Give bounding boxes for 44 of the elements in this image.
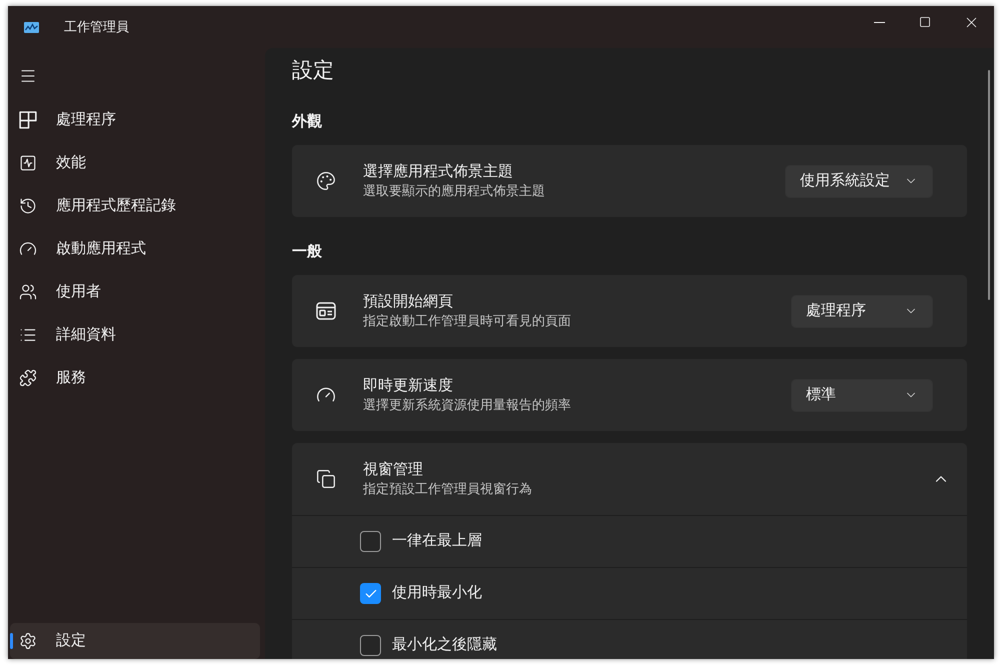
- pulse-icon: [19, 154, 37, 172]
- nav-item[interactable]: 啟動應用程式: [10, 231, 260, 267]
- checkbox[interactable]: [360, 531, 381, 552]
- nav-item[interactable]: 詳細資料: [10, 317, 260, 353]
- checkbox[interactable]: [360, 583, 381, 604]
- checkbox-label: 使用時最小化: [392, 583, 482, 604]
- window-title: 工作管理員: [64, 18, 129, 36]
- checkbox-label: 最小化之後隱藏: [392, 635, 497, 656]
- checkbox[interactable]: [360, 635, 381, 656]
- selection-bar-icon: [10, 633, 13, 649]
- nav-item[interactable]: 處理程序: [10, 102, 260, 138]
- gauge-icon: [19, 240, 37, 258]
- section-heading: 一般: [292, 242, 323, 262]
- dropdown[interactable]: 標準: [791, 378, 933, 412]
- history-icon: [19, 197, 37, 215]
- setting-title: 視窗管理: [363, 460, 424, 480]
- setting-title: 預設開始網頁: [363, 292, 454, 312]
- page-title: 設定: [292, 58, 335, 84]
- setting-description: 選擇更新系統資源使用量報告的頻率: [363, 396, 572, 414]
- setting-description: 指定預設工作管理員視窗行為: [363, 480, 533, 498]
- nav-item[interactable]: 設定: [10, 623, 260, 659]
- setting-description: 選取要顯示的應用程式佈景主題: [363, 182, 546, 200]
- puzzle-icon: [19, 369, 37, 387]
- setting-title: 選擇應用程式佈景主題: [363, 162, 514, 182]
- section-heading: 外觀: [292, 112, 323, 132]
- setting-title: 即時更新速度: [363, 376, 454, 396]
- browser-window-icon: [316, 301, 336, 321]
- nav-item[interactable]: 使用者: [10, 274, 260, 310]
- users-icon: [19, 283, 37, 301]
- settings-icon: [19, 632, 37, 650]
- dropdown[interactable]: 使用系統設定: [785, 164, 933, 198]
- palette-icon: [316, 171, 336, 191]
- scrollbar-thumb[interactable]: [988, 70, 990, 300]
- nav-item[interactable]: 應用程式歷程記錄: [10, 188, 260, 224]
- setting-description: 指定啟動工作管理員時可看見的頁面: [363, 312, 572, 330]
- grid-icon: [19, 111, 37, 129]
- checkbox-label: 一律在最上層: [392, 531, 482, 552]
- nav-item[interactable]: 服務: [10, 360, 260, 396]
- line-chart-icon: [24, 22, 39, 32]
- list-icon: [19, 326, 37, 344]
- maximize-icon: [919, 16, 931, 28]
- nav-item[interactable]: 效能: [10, 145, 260, 181]
- dropdown[interactable]: 處理程序: [791, 294, 933, 328]
- overlapping-squares-icon: [316, 469, 336, 489]
